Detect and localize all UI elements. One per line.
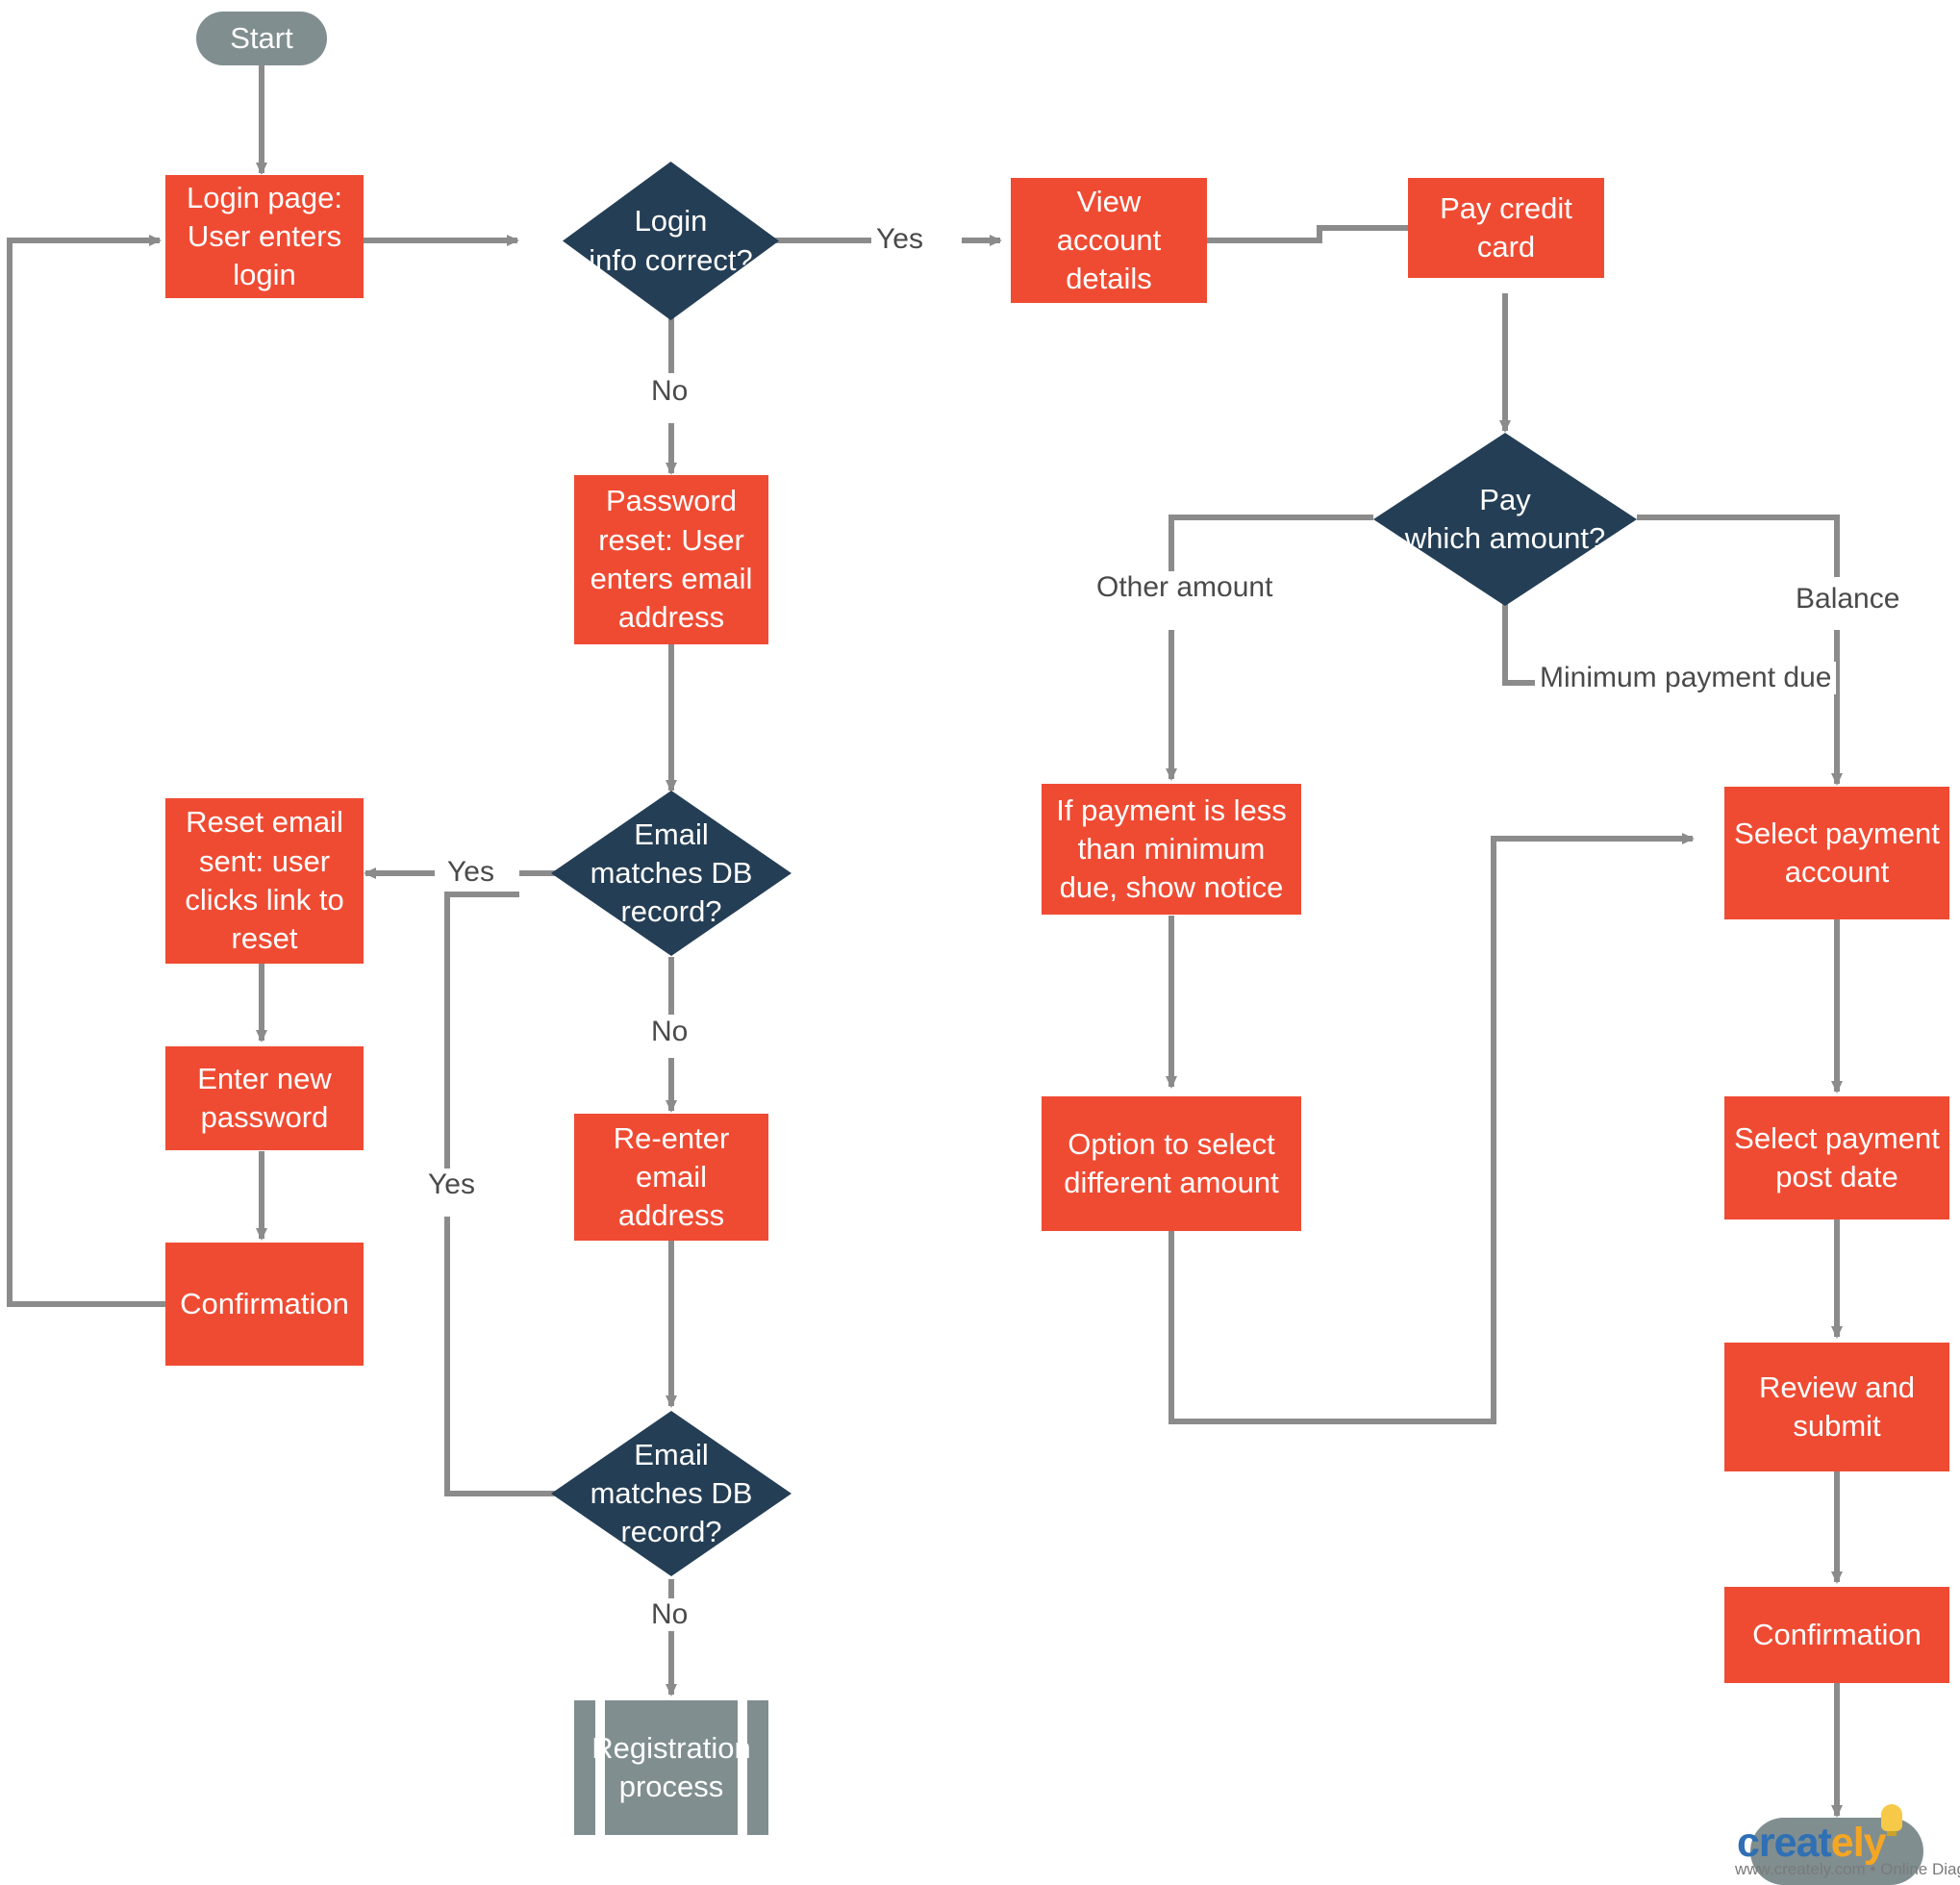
node-email-matches-db-1-line2: matches DB [590,855,753,890]
node-select-payment-account[interactable]: Select payment account [1724,787,1949,919]
node-less-than-min-line2: than minimum [1077,831,1266,866]
node-view-account-details[interactable]: View account details [1011,178,1207,303]
node-login-info-correct-line1: Login [634,204,708,239]
node-email-matches-db-2-line1: Email [634,1437,709,1471]
node-email-matches-db-1-label: Email matches DB record? [573,816,770,932]
node-pay-which-amount-line2: which amount? [1404,521,1606,555]
creately-logo-prefix: creat [1737,1820,1832,1866]
edge-label-email2-no: No [646,1598,693,1631]
node-pay-credit-card-line1: Pay credit [1440,190,1572,225]
node-login-info-correct-label: Login info correct? [582,202,760,280]
edge-label-balance: Balance [1791,583,1905,616]
node-less-than-min-line1: If payment is less [1056,792,1287,827]
creately-watermark: creately www.creately.com • Online Diagr… [1735,1793,1960,1881]
node-email-matches-db-2-line2: matches DB [590,1475,753,1510]
node-pay-which-amount[interactable]: Pay which amount? [1373,433,1637,606]
node-password-reset-line3: enters email [590,562,753,595]
node-email-matches-db-2-label: Email matches DB record? [573,1436,770,1552]
node-view-account-line1: View [1076,184,1142,218]
edge-label-login-yes: Yes [871,223,928,256]
node-email-matches-db-2-line3: record? [620,1515,722,1549]
node-email-matches-db-1-line1: Email [634,817,709,851]
node-less-than-minimum-notice[interactable]: If payment is less than minimum due, sho… [1042,784,1301,915]
node-enter-new-password-line1: Enter new [197,1061,332,1095]
edge-label-minimum-payment-due: Minimum payment due [1535,662,1837,694]
node-registration-line1: Registration [591,1730,751,1765]
creately-logo-suffix: ely [1830,1820,1887,1866]
node-email-matches-db-2[interactable]: Email matches DB record? [551,1411,792,1576]
node-login-page-line3: login [233,258,296,292]
flowchart-canvas: Start Login page: User enters login Logi… [0,0,1960,1885]
edge-label-login-no: No [646,375,693,408]
node-enter-new-password-line2: password [200,1100,329,1134]
node-option-different-amount[interactable]: Option to select different amount [1042,1096,1301,1231]
node-review-submit-line1: Review and [1759,1370,1915,1404]
node-select-post-date-line1: Select payment [1734,1120,1940,1155]
node-login-page-line2: User enters [187,218,342,253]
edge-label-email2-yes: Yes [423,1169,480,1201]
creately-tagline: www.creately.com • Online Diagramming [1735,1860,1960,1878]
node-confirmation-right[interactable]: Confirmation [1724,1587,1949,1683]
edge-label-email1-yes: Yes [442,856,499,889]
node-reenter-email-line2: email [635,1159,708,1194]
node-login-page[interactable]: Login page: User enters login [165,175,364,298]
node-less-than-min-line3: due, show notice [1059,870,1284,905]
node-registration-line2: process [618,1770,724,1803]
node-reset-email-sent-line3: clicks link to [185,883,344,917]
node-view-account-line2: account [1056,222,1162,257]
node-reset-email-sent-line2: sent: user [198,843,331,878]
node-review-submit-line2: submit [1793,1409,1881,1443]
node-review-and-submit[interactable]: Review and submit [1724,1343,1949,1471]
node-password-reset-line1: Password [605,484,738,518]
node-view-account-line3: details [1066,262,1152,296]
node-login-info-correct-line2: info correct? [589,242,753,277]
node-pay-which-amount-label: Pay which amount? [1397,481,1614,559]
node-confirmation-left-label: Confirmation [180,1286,349,1320]
node-start-label: Start [230,20,293,55]
node-password-reset-line4: address [617,600,725,635]
node-reenter-email-line1: Re-enter [613,1120,730,1155]
node-select-pay-acct-line2: account [1784,855,1890,889]
node-reenter-email[interactable]: Re-enter email address [574,1114,768,1241]
node-reset-email-sent-line1: Reset email [186,805,343,840]
node-password-reset[interactable]: Password reset: User enters email addres… [574,475,768,644]
node-pay-credit-card-line2: card [1476,230,1536,264]
node-login-info-correct[interactable]: Login info correct? [563,162,779,320]
node-confirmation-left[interactable]: Confirmation [165,1243,364,1366]
node-pay-credit-card[interactable]: Pay credit card [1408,178,1604,278]
node-registration-process-label: Registration process [591,1729,750,1807]
node-select-post-date-line2: post date [1775,1160,1898,1194]
node-option-diff-line2: different amount [1064,1166,1279,1199]
edge-label-other-amount: Other amount [1092,571,1278,604]
node-option-diff-line1: Option to select [1068,1126,1275,1161]
node-reset-email-sent-line4: reset [231,921,298,956]
node-select-payment-post-date[interactable]: Select payment post date [1724,1096,1949,1219]
node-reenter-email-line3: address [617,1198,725,1233]
node-email-matches-db-1-line3: record? [620,894,722,929]
node-registration-process[interactable]: Registration process [574,1700,768,1835]
node-enter-new-password[interactable]: Enter new password [165,1046,364,1150]
node-start[interactable]: Start [196,12,327,65]
node-reset-email-sent[interactable]: Reset email sent: user clicks link to re… [165,798,364,964]
node-email-matches-db-1[interactable]: Email matches DB record? [551,791,792,956]
node-password-reset-line2: reset: User [598,522,744,557]
node-confirmation-right-label: Confirmation [1752,1617,1922,1651]
edge-label-email1-no: No [646,1016,693,1048]
node-select-pay-acct-line1: Select payment [1734,816,1940,850]
node-login-page-line1: Login page: [186,180,343,214]
node-pay-which-amount-line1: Pay [1479,482,1531,516]
